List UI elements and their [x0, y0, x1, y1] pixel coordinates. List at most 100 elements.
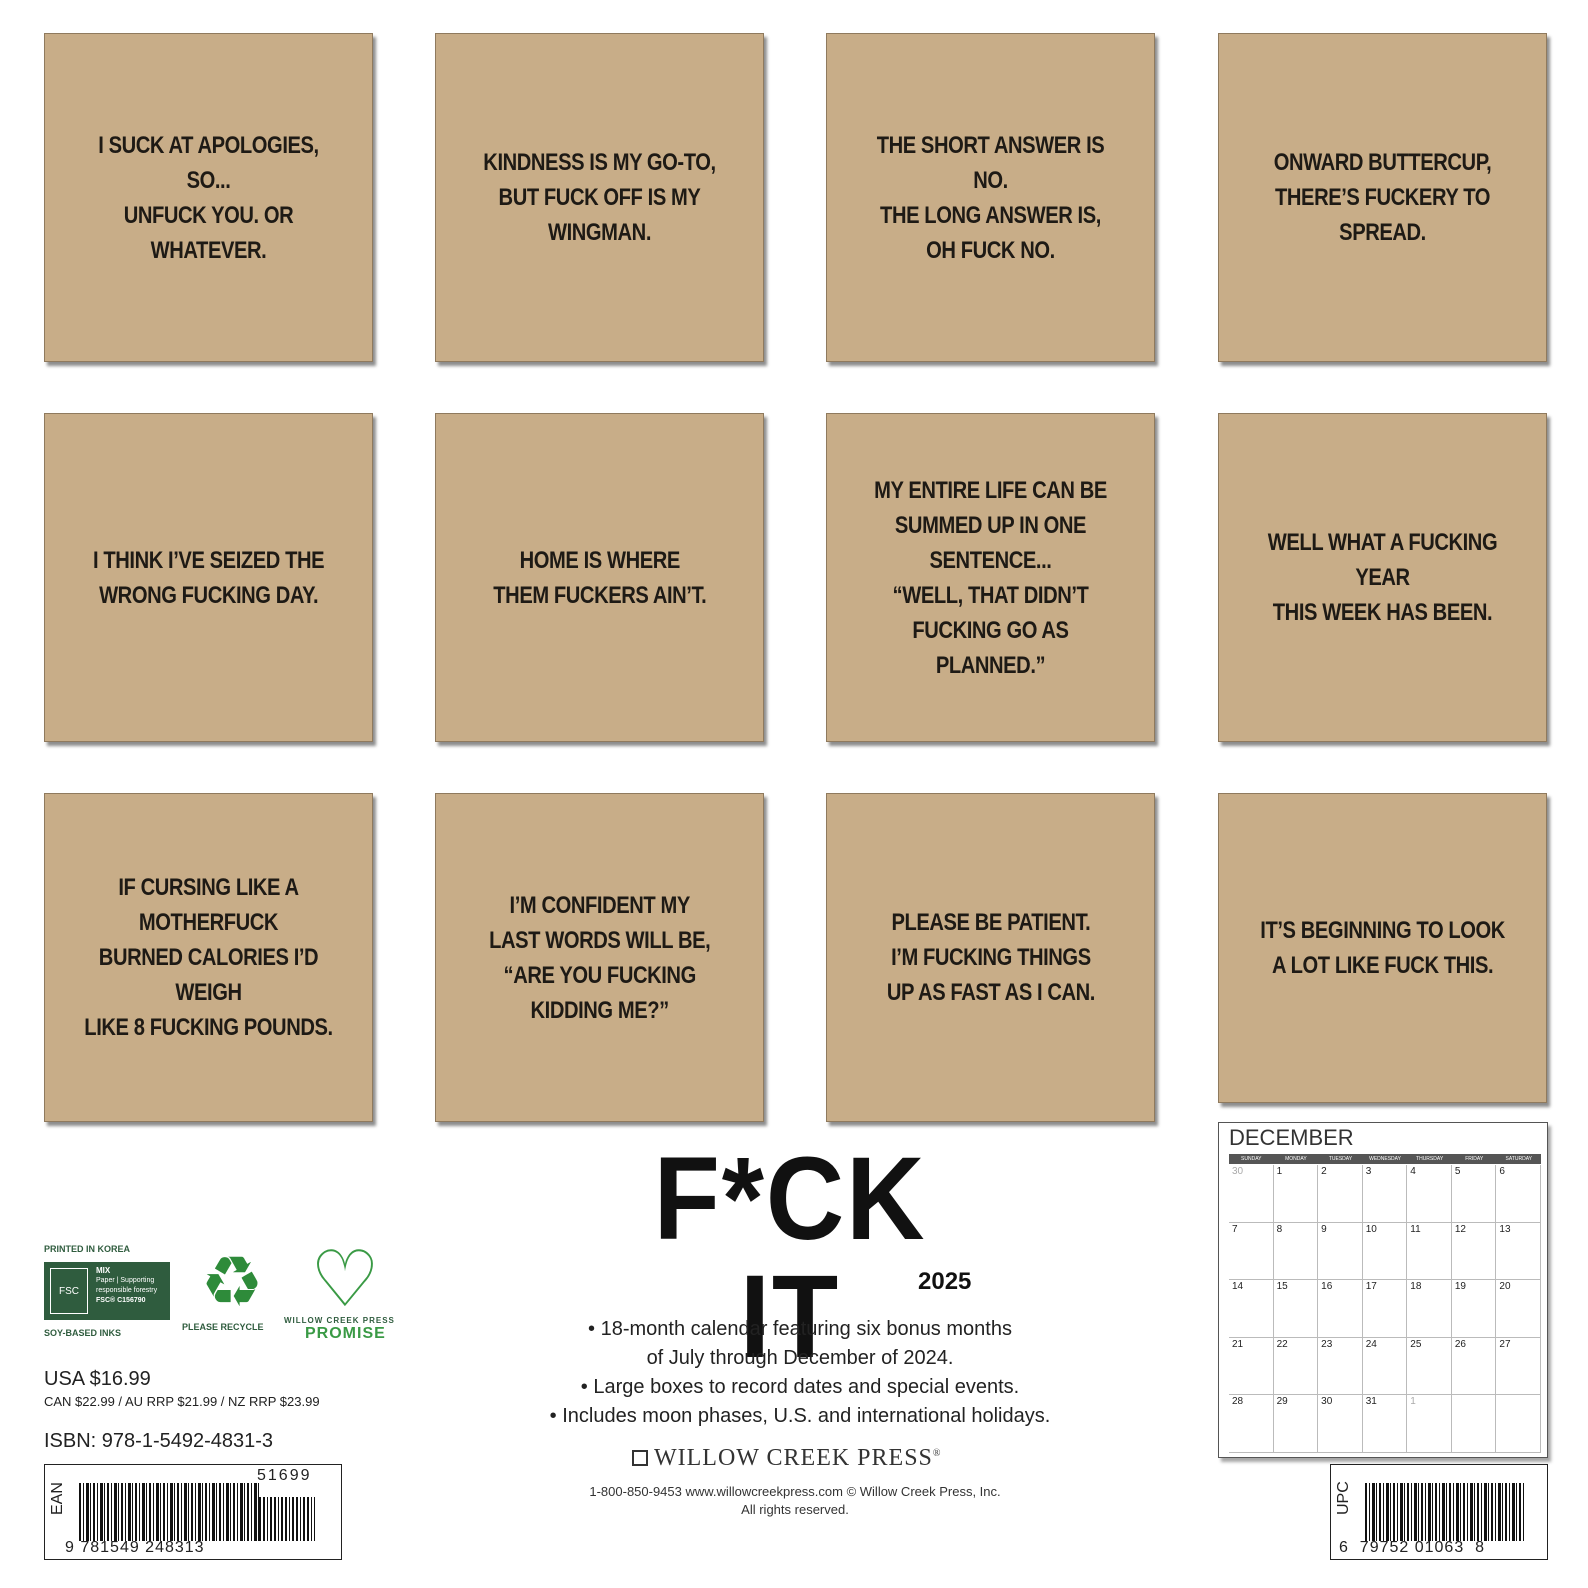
calendar-day-cell: 27 — [1496, 1337, 1541, 1396]
quote-tile: I’M CONFIDENT MY LAST WORDS WILL BE, “AR… — [435, 793, 764, 1122]
calendar-day-cell: 5 — [1451, 1165, 1497, 1223]
fsc-code: FSC® C156790 — [96, 1297, 146, 1304]
calendar-day-cell: 14 — [1229, 1280, 1274, 1338]
calendar-day-cell: 20 — [1496, 1280, 1541, 1338]
calendar-grid: 30 1 2 3 4 5 6 7 8 9 10 11 12 13 14 15 16 17 18 19 20 21 22 23 2… — [1229, 1165, 1541, 1453]
calendar-day-cell: 15 — [1273, 1280, 1319, 1338]
calendar-day-cell: 23 — [1318, 1337, 1363, 1396]
fsc-badge: FSC MIX Paper | Supporting responsible f… — [44, 1262, 170, 1320]
ean-label: EAN — [49, 1482, 66, 1515]
price-international: CAN $22.99 / AU RRP $21.99 / NZ RRP $23.… — [44, 1394, 320, 1409]
calendar-day-cell — [1496, 1395, 1541, 1453]
calendar-day-cell: 8 — [1273, 1222, 1319, 1281]
fsc-tree-icon: FSC — [50, 1268, 88, 1314]
quote-text: I THINK I’VE SEIZED THE WRONG FUCKING DA… — [92, 546, 325, 609]
upc-label: UPC — [1335, 1481, 1352, 1515]
calendar-day-cell: 29 — [1273, 1395, 1319, 1453]
quote-tile: ONWARD BUTTERCUP, THERE’S FUCKERY TO SPR… — [1218, 33, 1547, 362]
quote-tile: PLEASE BE PATIENT. I’M FUCKING THINGS UP… — [826, 793, 1155, 1122]
quote-tile: IT’S BEGINNING TO LOOK A LOT LIKE FUCK T… — [1218, 793, 1547, 1103]
quote-text: IF CURSING LIKE A MOTHERFUCK BURNED CALO… — [84, 874, 333, 1041]
rights-line: All rights reserved. — [741, 1502, 849, 1517]
weekday-label: FRIDAY — [1465, 1156, 1484, 1162]
calendar-day-cell: 31 — [1362, 1395, 1408, 1453]
quote-tile: THE SHORT ANSWER IS NO. THE LONG ANSWER … — [826, 33, 1155, 362]
feature-line: • 18-month calendar featuring six bonus … — [588, 1318, 1012, 1340]
calendar-day-cell: 17 — [1362, 1280, 1408, 1338]
calendar-day-cell: 26 — [1451, 1337, 1497, 1396]
calendar-day-cell: 1 — [1273, 1165, 1319, 1223]
calendar-weekday-header: SUNDAY MONDAY TUESDAY WEDNESDAY THURSDAY… — [1229, 1154, 1541, 1164]
weekday-label: SUNDAY — [1241, 1156, 1262, 1162]
quote-text: MY ENTIRE LIFE CAN BE SUMMED UP IN ONE S… — [874, 476, 1107, 679]
quote-tile: IF CURSING LIKE A MOTHERFUCK BURNED CALO… — [44, 793, 373, 1122]
calendar-day-cell: 1 — [1407, 1395, 1452, 1453]
quote-tile: I THINK I’VE SEIZED THE WRONG FUCKING DA… — [44, 413, 373, 742]
publisher-logo: WILLOW CREEK PRESS® — [632, 1445, 942, 1472]
ean-number: 9 781549 248313 — [65, 1539, 205, 1556]
contact-info: 1-800-850-9453 www.willowcreekpress.com … — [550, 1483, 1040, 1519]
calendar-day-cell: 28 — [1229, 1395, 1274, 1453]
quote-text: IT’S BEGINNING TO LOOK A LOT LIKE FUCK T… — [1260, 917, 1505, 979]
quote-tile: HOME IS WHERE THEM FUCKERS AIN’T. — [435, 413, 764, 742]
feature-line: • Large boxes to record dates and specia… — [580, 1376, 1020, 1398]
fsc-paper: Paper | Supporting responsible forestry — [96, 1277, 158, 1294]
quote-text: ONWARD BUTTERCUP, THERE’S FUCKERY TO SPR… — [1273, 149, 1492, 246]
calendar-day-cell: 19 — [1451, 1280, 1497, 1338]
quote-text: WELL WHAT A FUCKING YEAR THIS WEEK HAS B… — [1267, 529, 1498, 626]
upc-number: 6 79752 01063 8 — [1339, 1539, 1486, 1556]
quote-tile: KINDNESS IS MY GO-TO, BUT FUCK OFF IS MY… — [435, 33, 764, 362]
feature-list: • 18-month calendar featuring six bonus … — [500, 1315, 1100, 1431]
ean-barcode: EAN 51699 9 781549 248313 — [44, 1464, 342, 1560]
feature-line: • Includes moon phases, U.S. and interna… — [549, 1405, 1051, 1427]
quote-tile: WELL WHAT A FUCKING YEAR THIS WEEK HAS B… — [1218, 413, 1547, 742]
quote-text: HOME IS WHERE THEM FUCKERS AIN’T. — [492, 546, 707, 609]
quote-tile: MY ENTIRE LIFE CAN BE SUMMED UP IN ONE S… — [826, 413, 1155, 742]
calendar-day-cell: 24 — [1362, 1337, 1408, 1396]
upc-barcode: UPC 6 79752 01063 8 — [1330, 1464, 1548, 1560]
calendar-day-cell — [1451, 1395, 1497, 1453]
quote-text: I SUCK AT APOLOGIES, SO... UNFUCK YOU. O… — [98, 131, 319, 264]
calendar-day-cell: 7 — [1229, 1222, 1274, 1281]
calendar-day-cell: 30 — [1318, 1395, 1363, 1453]
recycle-icon: ♻ — [200, 1243, 264, 1321]
promise-label: PROMISE — [305, 1325, 386, 1342]
publisher-name: WILLOW CREEK PRESS — [654, 1445, 933, 1471]
calendar-preview: DECEMBER SUNDAY MONDAY TUESDAY WEDNESDAY… — [1218, 1122, 1548, 1458]
barcode-bars — [1365, 1483, 1525, 1541]
printed-in-label: PRINTED IN KOREA — [44, 1244, 131, 1254]
quote-text: KINDNESS IS MY GO-TO, BUT FUCK OFF IS MY… — [483, 149, 716, 246]
fsc-mix: MIX — [96, 1266, 111, 1275]
promise-brand: WILLOW CREEK PRESS — [284, 1316, 395, 1325]
calendar-day-cell: 11 — [1407, 1222, 1452, 1281]
calendar-month: DECEMBER — [1229, 1125, 1354, 1150]
calendar-day-cell: 21 — [1229, 1337, 1274, 1396]
registered-mark: ® — [932, 1448, 942, 1459]
calendar-day-cell: 25 — [1407, 1337, 1452, 1396]
calendar-day-cell: 2 — [1318, 1165, 1363, 1223]
calendar-day-cell: 9 — [1318, 1222, 1363, 1281]
contact-line: 1-800-850-9453 www.willowcreekpress.com … — [589, 1484, 1001, 1499]
quote-text: THE SHORT ANSWER IS NO. THE LONG ANSWER … — [876, 131, 1105, 264]
calendar-day-cell: 13 — [1496, 1222, 1541, 1281]
calendar-day-cell: 10 — [1362, 1222, 1408, 1281]
quote-tile: I SUCK AT APOLOGIES, SO... UNFUCK YOU. O… — [44, 33, 373, 362]
calendar-day-cell: 30 — [1229, 1165, 1274, 1223]
calendar-day-cell: 3 — [1362, 1165, 1408, 1223]
barcode-bars — [79, 1483, 259, 1541]
ean-addon-number: 51699 — [257, 1467, 312, 1484]
heart-leaf-icon: ♡ — [310, 1235, 380, 1323]
recycle-label: PLEASE RECYCLE — [182, 1322, 264, 1332]
calendar-day-cell: 4 — [1407, 1165, 1452, 1223]
weekday-label: THURSDAY — [1416, 1156, 1444, 1162]
isbn: ISBN: 978-1-5492-4831-3 — [44, 1430, 274, 1452]
quote-text: PLEASE BE PATIENT. I’M FUCKING THINGS UP… — [886, 909, 1095, 1006]
weekday-label: WEDNESDAY — [1369, 1156, 1401, 1162]
calendar-day-cell: 16 — [1318, 1280, 1363, 1338]
calendar-day-cell: 6 — [1496, 1165, 1541, 1223]
weekday-label: MONDAY — [1285, 1156, 1307, 1162]
weekday-label: TUESDAY — [1328, 1156, 1353, 1162]
quote-text: I’M CONFIDENT MY LAST WORDS WILL BE, “AR… — [488, 891, 711, 1024]
feature-line: of July through December of 2024. — [646, 1347, 954, 1369]
soy-inks-label: SOY-BASED INKS — [44, 1328, 122, 1338]
